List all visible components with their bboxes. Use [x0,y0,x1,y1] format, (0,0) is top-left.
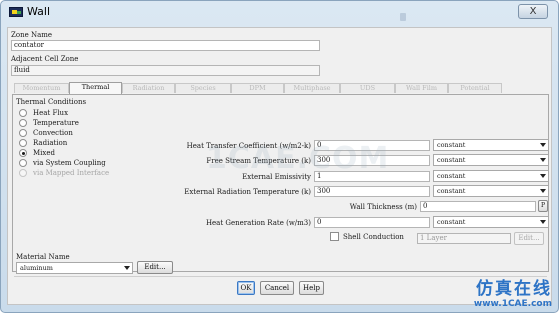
shell-conduction-layers: 1 Layer [417,233,511,244]
button-bar-divider [14,276,547,277]
external-emissivity-method[interactable]: constant [433,170,549,182]
heat-generation-rate-method[interactable]: constant [433,216,549,228]
heat-transfer-coefficient-method[interactable]: constant [433,139,549,151]
radio-button[interactable] [19,119,27,127]
titlebar-ghost-icon [400,13,406,21]
combo-value: constant [437,187,466,195]
radio-label: via System Coupling [33,159,106,167]
radio-button[interactable] [19,139,27,147]
material-edit-button[interactable]: Edit... [137,261,173,274]
heat-generation-rate-input[interactable]: 0 [314,217,430,228]
combo-value: aluminum [20,264,53,272]
chevron-down-icon [540,189,546,193]
wall-thickness-parameter-button[interactable]: P [538,200,548,212]
radio-label: via Mapped Interface [33,169,110,177]
thermal-conditions-label: Thermal Conditions [16,98,87,106]
help-button[interactable]: Help [299,281,324,295]
free-stream-temperature-method[interactable]: constant [433,154,549,166]
shell-conduction-edit-button: Edit... [514,232,544,245]
wall-dialog: Wall X Zone Name contator Adjacent Cell … [0,0,559,313]
watermark-url: www.1CAE.com [473,299,552,309]
shell-conduction-label: Shell Conduction [343,233,404,241]
radio-button[interactable] [19,109,27,117]
external-radiation-temperature-method[interactable]: constant [433,185,549,197]
external-radiation-temperature-input[interactable]: 300 [314,186,430,197]
tab-multiphase[interactable]: Multiphase [284,83,340,93]
external-radiation-temperature-label: External Radiation Temperature (k) [184,188,311,196]
chevron-down-icon [540,220,546,224]
combo-value: constant [437,156,466,164]
close-button[interactable]: X [518,4,548,19]
radio-button[interactable] [19,159,27,167]
zone-name-input[interactable]: contator [11,40,320,51]
material-name-select[interactable]: aluminum [16,262,133,274]
heat-generation-rate-label: Heat Generation Rate (w/m3) [205,219,311,227]
adjacent-cell-zone-label: Adjacent Cell Zone [11,55,79,63]
adjacent-cell-zone-field: fluid [11,65,320,76]
tab-dpm[interactable]: DPM [231,83,284,93]
combo-value: constant [437,172,466,180]
radio-label: Radiation [33,139,68,147]
wall-thickness-input[interactable]: 0 [420,201,536,212]
radio-label: Temperature [33,119,79,127]
radio-label: Heat Flux [33,109,69,117]
chevron-down-icon [540,174,546,178]
tab-radiation[interactable]: Radiation [122,83,175,93]
chevron-down-icon [540,143,546,147]
watermark-chinese-text: 仿真在线 [476,279,552,299]
title-bar[interactable]: Wall X [1,1,558,23]
radio-label: Convection [33,129,73,137]
chevron-down-icon [540,158,546,162]
wall-thickness-label: Wall Thickness (m) [349,203,417,211]
thermal-panel: Thermal Conditions Heat Flux Temperature… [12,94,549,274]
combo-value: constant [437,218,466,226]
tab-wall-film[interactable]: Wall Film [395,83,448,93]
combo-value: constant [437,141,466,149]
fluent-app-icon [9,7,23,17]
tab-thermal[interactable]: Thermal [69,82,122,94]
site-watermark: 仿真在线 www.1CAE.com [474,274,552,309]
tab-momentum[interactable]: Momentum [14,83,69,93]
tab-potential[interactable]: Potential [448,83,502,93]
radio-button-disabled [19,169,27,177]
radio-button[interactable] [19,129,27,137]
wall-tabs: Momentum Thermal Radiation Species DPM M… [14,82,553,94]
radio-label: Mixed [33,149,55,157]
ok-button[interactable]: OK [237,281,255,295]
material-name-label: Material Name [16,253,70,261]
window-title: Wall [27,5,51,18]
cancel-button[interactable]: Cancel [260,281,294,295]
chevron-down-icon [124,266,130,270]
tab-species[interactable]: Species [175,83,231,93]
center-watermark: 1CAE.COM [206,141,390,176]
tab-uds[interactable]: UDS [340,83,395,93]
zone-name-label: Zone Name [11,31,53,39]
radio-button-selected[interactable] [19,149,27,157]
shell-conduction-checkbox[interactable] [330,232,339,241]
